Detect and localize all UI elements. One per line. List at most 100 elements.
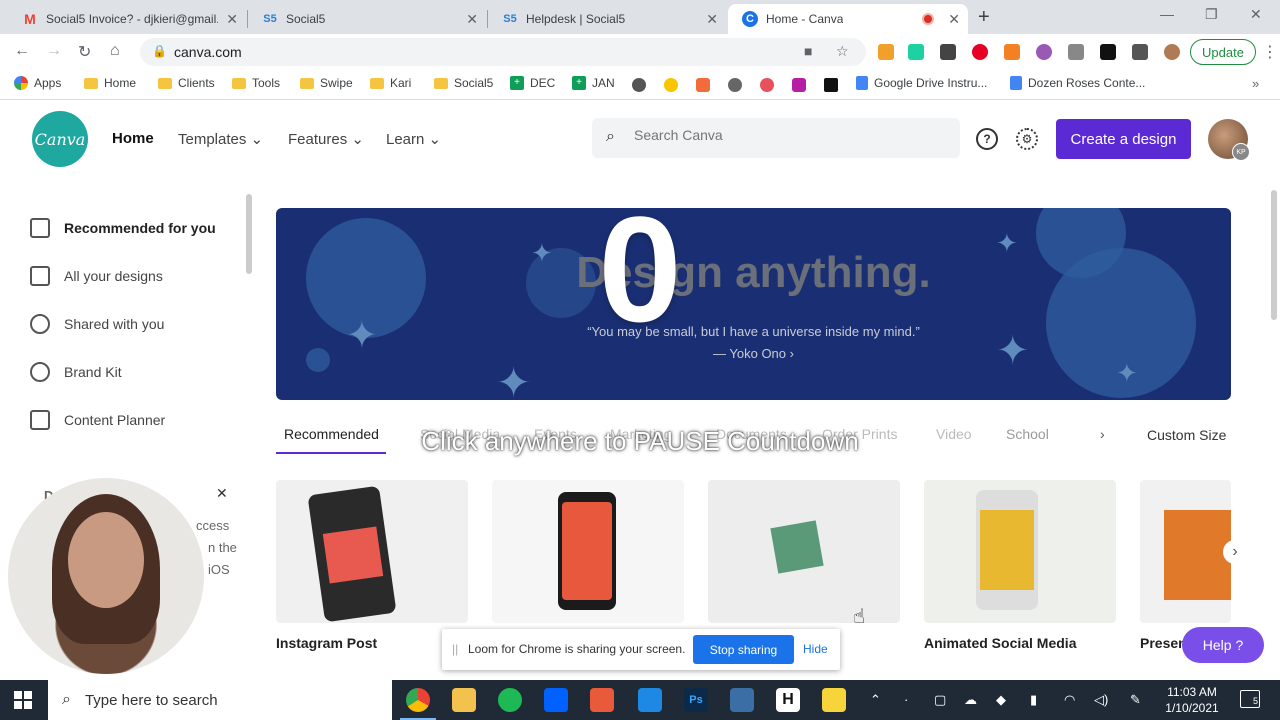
extension-icon[interactable] <box>940 44 956 60</box>
globe-icon[interactable] <box>632 78 646 92</box>
template-card-presentation[interactable] <box>1140 480 1231 623</box>
chrome-icon[interactable] <box>400 688 436 720</box>
close-window-icon[interactable]: ✕ <box>1250 6 1262 23</box>
avatar[interactable]: KP <box>1208 119 1250 161</box>
tab-helpdesk[interactable]: S5 Helpdesk | Social5 ✕ <box>488 4 726 34</box>
smiley-icon[interactable] <box>664 78 678 92</box>
extension-icon[interactable] <box>878 44 894 60</box>
minimize-icon[interactable]: — <box>1160 6 1174 22</box>
help-icon[interactable]: ? <box>976 128 998 150</box>
create-design-button[interactable]: Create a design <box>1056 119 1191 159</box>
card-label-animated[interactable]: Animated Social Media <box>924 635 1076 651</box>
hero-author[interactable]: — Yoko Ono › <box>276 346 1231 361</box>
canva-logo[interactable]: Canva <box>32 111 88 167</box>
extension-icon[interactable] <box>1036 44 1052 60</box>
carousel-next-icon[interactable]: › <box>1223 540 1247 564</box>
tab-gmail[interactable]: M Social5 Invoice? - djkieri@gmail.c ✕ <box>8 4 246 34</box>
notifications-icon[interactable]: 5 <box>1240 690 1260 708</box>
scrollbar-thumb[interactable] <box>1271 190 1277 320</box>
extension-icon[interactable] <box>908 44 924 60</box>
sticky-notes-icon[interactable] <box>822 688 846 712</box>
stop-sharing-button[interactable]: Stop sharing <box>693 635 794 664</box>
search-input[interactable] <box>634 127 934 143</box>
onedrive-icon[interactable]: ☁ <box>964 692 977 708</box>
volume-icon[interactable]: ◁) <box>1094 692 1108 708</box>
extension-icon[interactable] <box>1068 44 1084 60</box>
photoshop-icon[interactable]: Ps <box>684 688 708 712</box>
bookmark-icon[interactable] <box>824 78 838 92</box>
wifi-icon[interactable]: ◠ <box>1064 692 1075 708</box>
bookmark-icon[interactable] <box>728 78 742 92</box>
template-card-logo[interactable] <box>708 480 900 623</box>
pause-countdown-message[interactable]: Click anywhere to PAUSE Countdown <box>0 426 1280 457</box>
tab-canva[interactable]: C Home - Canva ✕ <box>728 4 968 34</box>
bookmark-clients[interactable]: Clients <box>158 76 215 90</box>
calculator-icon[interactable] <box>730 688 754 712</box>
close-icon[interactable]: ✕ <box>226 11 238 28</box>
pinterest-icon[interactable] <box>972 44 988 60</box>
star-icon[interactable]: ☆ <box>836 43 849 60</box>
taskbar-clock[interactable]: 11:03 AM 1/10/2021 <box>1160 684 1224 716</box>
close-icon[interactable]: ✕ <box>466 11 478 28</box>
template-card-story[interactable] <box>492 480 684 623</box>
bookmark-apps[interactable]: Apps <box>14 76 61 90</box>
nav-features[interactable]: Features ⌄ <box>288 130 364 148</box>
help-button[interactable]: Help ? <box>1182 627 1264 663</box>
spotify-icon[interactable] <box>498 688 522 712</box>
extension-icon[interactable] <box>1004 44 1020 60</box>
camera-icon[interactable]: ■ <box>804 43 812 59</box>
back-icon[interactable]: ← <box>14 42 30 60</box>
windows-start-icon[interactable] <box>14 691 32 709</box>
file-explorer-icon[interactable] <box>452 688 476 712</box>
puzzle-icon[interactable] <box>1132 44 1148 60</box>
more-bookmarks-icon[interactable]: » <box>1252 76 1259 91</box>
card-label-instagram[interactable]: Instagram Post <box>276 635 377 651</box>
gear-icon[interactable]: ⚙ <box>1016 128 1038 150</box>
h-app-icon[interactable]: H <box>776 688 800 712</box>
forward-icon[interactable]: → <box>46 42 62 60</box>
bookmark-dec[interactable]: + DEC <box>510 76 555 90</box>
nav-templates[interactable]: Templates ⌄ <box>178 130 263 148</box>
template-card-instagram[interactable] <box>276 480 468 623</box>
drag-handle-icon[interactable]: || <box>452 642 458 656</box>
bookmark-kari[interactable]: Kari <box>370 76 411 90</box>
bookmark-dozen-roses[interactable]: Dozen Roses Conte... <box>1010 76 1145 90</box>
menu-icon[interactable]: ⋮ <box>1262 42 1278 62</box>
bookmark-home[interactable]: Home <box>84 76 136 90</box>
bookmark-tools[interactable]: Tools <box>232 76 280 90</box>
address-bar[interactable]: 🔒 canva.com ■ ☆ <box>140 38 866 66</box>
extension-icon[interactable] <box>1100 44 1116 60</box>
nav-home[interactable]: Home <box>112 130 154 147</box>
page-scrollbar[interactable] <box>1270 180 1278 680</box>
tray-icon[interactable]: ▮ <box>1030 692 1037 708</box>
close-icon[interactable]: ✕ <box>948 11 960 28</box>
close-icon[interactable]: ✕ <box>216 485 228 502</box>
template-card-animated[interactable] <box>924 480 1116 623</box>
tray-icon[interactable]: ▢ <box>934 692 946 708</box>
sidebar-item-brand-kit[interactable]: Brand Kit <box>30 362 122 382</box>
restore-icon[interactable]: ❐ <box>1205 6 1218 23</box>
home-icon[interactable]: ⌂ <box>110 42 120 60</box>
countdown-number[interactable]: 0 <box>0 194 1280 344</box>
hide-button[interactable]: Hide <box>803 642 828 656</box>
bookmark-social5[interactable]: Social5 <box>434 76 493 90</box>
reload-icon[interactable]: ↻ <box>78 42 91 62</box>
dropbox-tray-icon[interactable]: ◆ <box>996 692 1006 708</box>
affinity-icon[interactable] <box>638 688 662 712</box>
pen-icon[interactable]: ✎ <box>1130 692 1141 708</box>
bookmark-icon[interactable] <box>696 78 710 92</box>
nav-learn[interactable]: Learn ⌄ <box>386 130 441 148</box>
taskbar-search[interactable]: ⌕ Type here to search <box>48 680 392 720</box>
tab-social5[interactable]: S5 Social5 ✕ <box>248 4 486 34</box>
card-label-presentation[interactable]: Presen <box>1140 635 1187 651</box>
close-icon[interactable]: ✕ <box>706 11 718 28</box>
update-button[interactable]: Update <box>1190 39 1256 65</box>
tray-icon[interactable]: · <box>904 692 908 707</box>
bookmark-icon[interactable] <box>760 78 774 92</box>
chevron-up-icon[interactable]: ⌃ <box>870 692 881 708</box>
snip-icon[interactable] <box>590 688 614 712</box>
bookmark-google-drive[interactable]: Google Drive Instru... <box>856 76 987 90</box>
dropbox-icon[interactable] <box>544 688 568 712</box>
bookmark-swipe[interactable]: Swipe <box>300 76 353 90</box>
bookmark-jan[interactable]: + JAN <box>572 76 615 90</box>
